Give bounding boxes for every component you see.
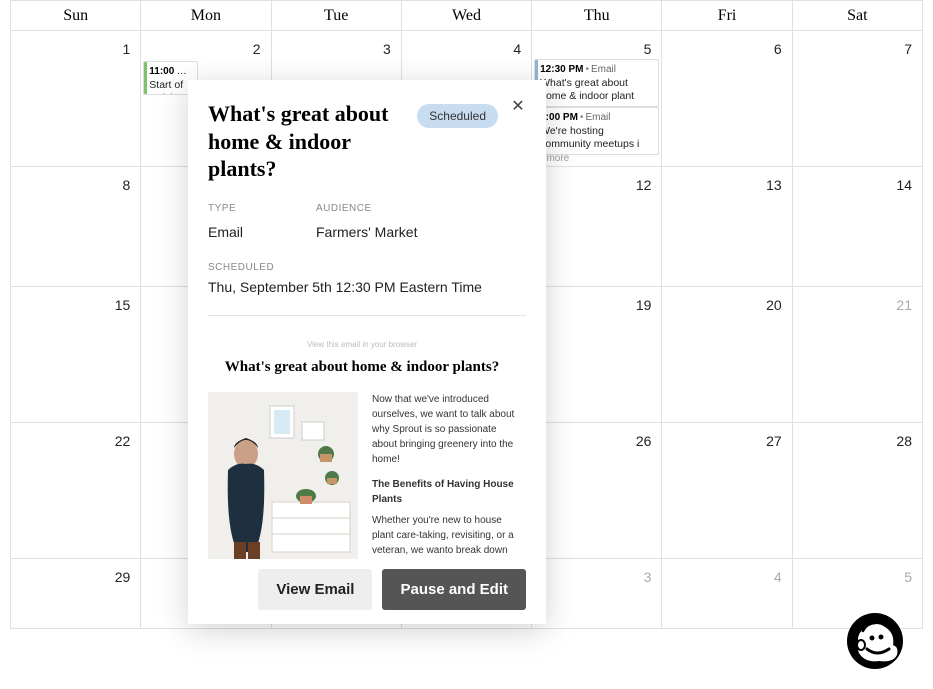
day-number: 29 xyxy=(115,569,131,585)
weekday-sun: Sun xyxy=(11,1,141,31)
view-email-button[interactable]: View Email xyxy=(258,569,372,610)
day-number: 19 xyxy=(636,297,652,313)
day-cell[interactable]: 1 xyxy=(11,31,141,167)
weekday-mon: Mon xyxy=(141,1,271,31)
day-cell[interactable]: 7 xyxy=(792,31,922,167)
weekday-header-row: Sun Mon Tue Wed Thu Fri Sat xyxy=(11,1,923,31)
weekday-fri: Fri xyxy=(662,1,792,31)
type-value: Email xyxy=(208,224,316,240)
pause-and-edit-button[interactable]: Pause and Edit xyxy=(382,569,526,610)
type-label: TYPE xyxy=(208,203,316,214)
day-cell[interactable]: 19 xyxy=(532,287,662,423)
preview-hero-image xyxy=(208,392,358,560)
day-cell[interactable]: 5 12:30 PM•Email What's great about home… xyxy=(532,31,662,167)
day-number: 5 xyxy=(904,569,912,585)
day-cell[interactable]: 3 xyxy=(532,559,662,629)
day-cell[interactable]: 6 xyxy=(662,31,792,167)
close-icon: ✕ xyxy=(511,98,524,115)
divider xyxy=(208,315,526,316)
audience-value: Farmers' Market xyxy=(316,224,417,240)
close-button[interactable]: ✕ xyxy=(506,94,530,118)
view-in-browser-link[interactable]: View this email in your browser xyxy=(208,340,516,349)
day-number: 8 xyxy=(122,177,130,193)
day-number: 27 xyxy=(766,433,782,449)
popover-title: What's great about home & indoor plants? xyxy=(208,100,418,183)
weekday-tue: Tue xyxy=(271,1,401,31)
day-number: 3 xyxy=(644,569,652,585)
weekday-sat: Sat xyxy=(792,1,922,31)
day-cell[interactable]: 12 xyxy=(532,167,662,287)
weekday-thu: Thu xyxy=(532,1,662,31)
day-cell[interactable]: 8 xyxy=(11,167,141,287)
day-number: 3 xyxy=(383,41,391,57)
status-badge: Scheduled xyxy=(417,104,498,128)
day-number: 21 xyxy=(896,297,912,313)
day-number: 15 xyxy=(115,297,131,313)
mailchimp-logo-icon xyxy=(845,611,905,671)
day-number: 6 xyxy=(774,41,782,57)
day-number: 22 xyxy=(115,433,131,449)
day-cell[interactable]: 27 xyxy=(662,423,792,559)
day-number: 13 xyxy=(766,177,782,193)
scheduled-label: SCHEDULED xyxy=(208,262,526,273)
event-detail-popover: What's great about home & indoor plants?… xyxy=(188,80,546,624)
day-cell[interactable]: 22 xyxy=(11,423,141,559)
weekday-wed: Wed xyxy=(401,1,531,31)
day-cell[interactable]: 4 xyxy=(662,559,792,629)
event-title: What's great about home & indoor plant xyxy=(540,77,653,103)
day-number: 14 xyxy=(896,177,912,193)
event-type: Email xyxy=(585,112,610,123)
day-cell[interactable]: 15 xyxy=(11,287,141,423)
day-cell[interactable]: 20 xyxy=(662,287,792,423)
preview-email-title: What's great about home & indoor plants? xyxy=(208,359,516,376)
audience-label: AUDIENCE xyxy=(316,203,417,214)
calendar-event[interactable]: 5:00 PM•Email We're hosting community me… xyxy=(534,107,659,155)
day-number: 12 xyxy=(636,177,652,193)
scheduled-value: Thu, September 5th 12:30 PM Eastern Time xyxy=(208,279,526,295)
day-number: 7 xyxy=(904,41,912,57)
day-cell[interactable]: 28 xyxy=(792,423,922,559)
event-title: We're hosting community meetups i xyxy=(540,125,653,151)
day-number: 20 xyxy=(766,297,782,313)
day-cell[interactable]: 13 xyxy=(662,167,792,287)
day-number: 4 xyxy=(774,569,782,585)
day-number: 28 xyxy=(896,433,912,449)
day-cell[interactable]: 14 xyxy=(792,167,922,287)
event-title: Start of Article: xyxy=(149,79,192,95)
calendar-event[interactable]: 12:30 PM•Email What's great about home &… xyxy=(534,59,659,107)
day-number: 1 xyxy=(122,41,130,57)
day-number: 26 xyxy=(636,433,652,449)
event-type: Email xyxy=(591,64,616,75)
day-number: 2 xyxy=(253,41,261,57)
day-number: 5 xyxy=(644,41,652,57)
day-number: 4 xyxy=(513,41,521,57)
day-cell[interactable]: 26 xyxy=(532,423,662,559)
email-preview-pane[interactable]: View this email in your browser What's g… xyxy=(208,322,526,560)
day-cell[interactable]: 29 xyxy=(11,559,141,629)
event-time: 12:30 PM xyxy=(540,64,583,75)
event-time: 11:00 AM xyxy=(149,66,192,77)
preview-body-text: Now that we've introduced ourselves, we … xyxy=(372,392,516,560)
day-cell[interactable]: 21 xyxy=(792,287,922,423)
